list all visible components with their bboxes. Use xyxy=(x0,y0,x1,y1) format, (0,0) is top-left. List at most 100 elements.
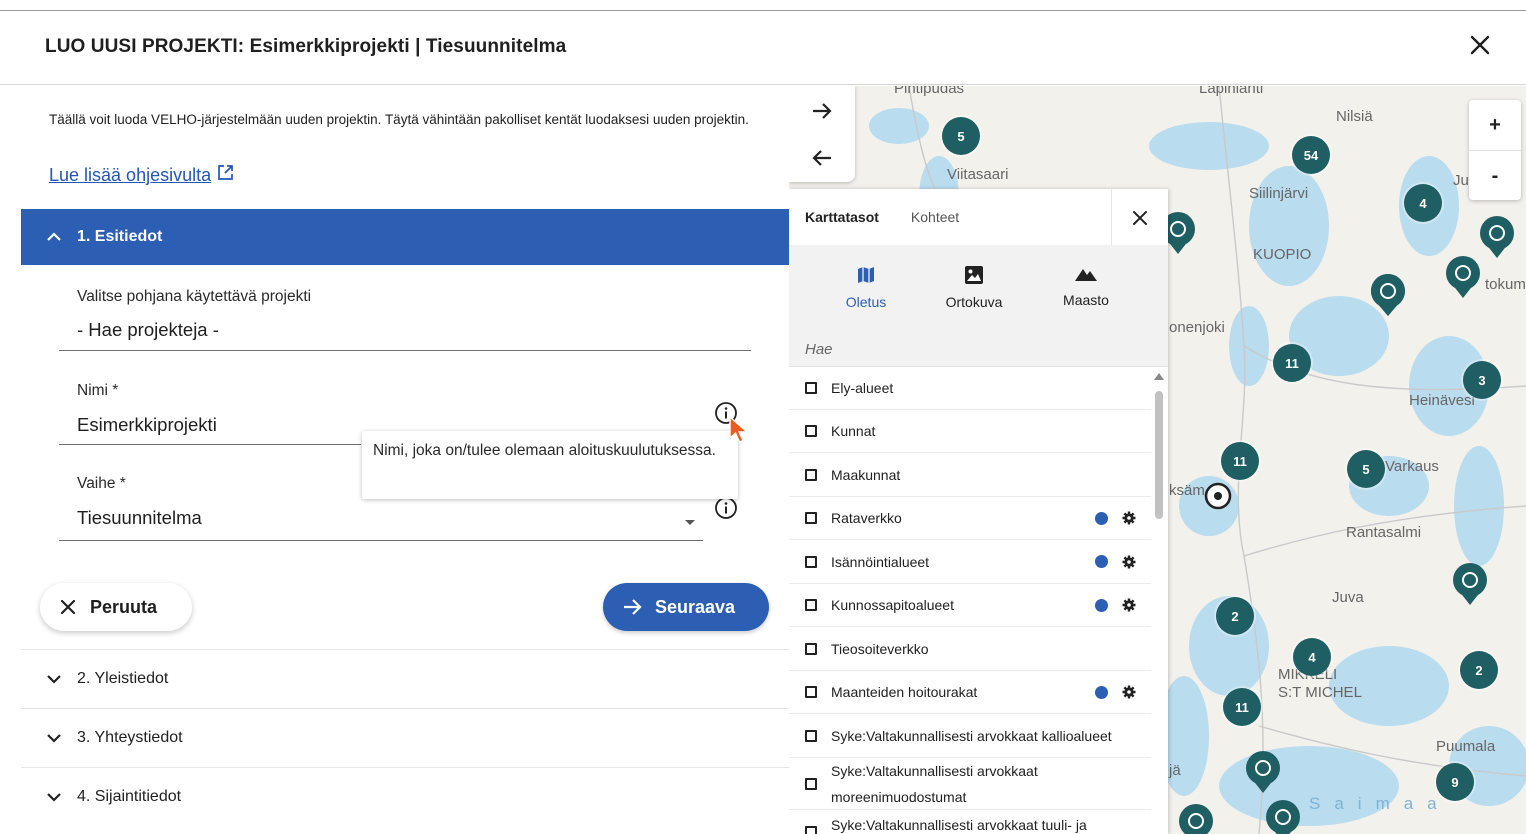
map-cluster-marker[interactable]: 54 xyxy=(1292,136,1330,174)
list-item[interactable]: Kunnossapitoalueet xyxy=(789,584,1151,627)
layer-tabs: Karttatasot Kohteet xyxy=(789,189,1168,245)
list-item[interactable]: Syke:Valtakunnallisesti arvokkaat kallio… xyxy=(789,714,1151,758)
map-place-label: Varkaus xyxy=(1385,458,1439,475)
list-item[interactable]: Syke:Valtakunnallisesti arvokkaat moreen… xyxy=(789,758,1151,810)
next-button[interactable]: Seuraava xyxy=(603,583,769,631)
close-icon[interactable] xyxy=(1129,207,1151,229)
help-link[interactable]: Lue lisää ohjesivulta xyxy=(49,165,234,186)
map-cluster-marker[interactable]: 11 xyxy=(1273,344,1311,382)
map-pin-icon[interactable] xyxy=(1444,254,1482,300)
basemap-oletus[interactable]: Oletus xyxy=(811,245,921,333)
map-cluster-marker[interactable]: 11 xyxy=(1221,442,1259,480)
list-item[interactable]: Isännöintialueet xyxy=(789,540,1151,584)
layer-label: Ely-alueet xyxy=(831,380,894,396)
map-cluster-marker[interactable]: 2 xyxy=(1460,651,1498,689)
scroll-up-arrow-icon[interactable] xyxy=(1154,373,1164,380)
map-view[interactable]: Pihtipudas Lapinlahti Nilsiä Viitasaari … xyxy=(789,86,1526,834)
layer-checkbox[interactable] xyxy=(805,777,817,790)
name-input[interactable]: Esimerkkiprojekti xyxy=(77,414,217,436)
gear-icon[interactable] xyxy=(1122,555,1136,569)
layer-checkbox[interactable] xyxy=(805,686,817,698)
next-button-label: Seuraava xyxy=(655,596,736,617)
cancel-button-label: Peruuta xyxy=(90,596,158,617)
map-icon xyxy=(858,267,874,283)
scrollbar-thumb[interactable] xyxy=(1155,391,1163,519)
mouse-cursor-icon xyxy=(729,415,749,443)
name-label: Nimi * xyxy=(77,382,119,399)
gear-icon[interactable] xyxy=(1122,598,1136,612)
layer-color-dot xyxy=(1095,511,1108,525)
base-project-select[interactable]: - Hae projekteja - xyxy=(77,319,219,341)
map-pin-icon[interactable] xyxy=(1478,214,1516,260)
basemap-ortokuva[interactable]: Ortokuva xyxy=(919,245,1029,333)
layer-color-dot xyxy=(1095,598,1108,612)
list-item[interactable]: Tieosoiteverkko xyxy=(789,627,1151,671)
layer-checkbox[interactable] xyxy=(805,599,817,611)
layer-checkbox[interactable] xyxy=(805,729,817,742)
map-place-label: Nilsiä xyxy=(1336,108,1373,125)
map-place-label: S:T MICHEL xyxy=(1278,684,1362,701)
phase-select[interactable]: Tiesuunnitelma xyxy=(77,507,202,529)
basemap-maasto-label: Maasto xyxy=(1063,292,1109,308)
layer-label: Maakunnat xyxy=(831,466,901,483)
list-item[interactable]: Maanteiden hoitourakat xyxy=(789,671,1151,714)
arrow-right-icon xyxy=(624,599,642,615)
section-yleistiedot-header[interactable]: 2. Yleistiedot xyxy=(21,649,789,708)
map-place-label: KUOPIO xyxy=(1253,246,1312,263)
gear-icon[interactable] xyxy=(1122,511,1136,525)
form-panel: Täällä voit luoda VELHO-järjestelmään uu… xyxy=(5,86,789,834)
map-cluster-marker[interactable]: 2 xyxy=(1216,597,1254,635)
arrow-right-icon[interactable] xyxy=(807,96,837,126)
help-link-label[interactable]: Lue lisää ohjesivulta xyxy=(49,165,211,186)
phase-label: Vaihe * xyxy=(77,475,126,492)
section-yhteystiedot-header[interactable]: 3. Yhteystiedot xyxy=(21,708,789,767)
map-pin-icon[interactable] xyxy=(1264,798,1302,834)
layer-list-scrollbar[interactable] xyxy=(1153,373,1165,833)
layer-checkbox[interactable] xyxy=(805,468,817,481)
basemap-maasto[interactable]: Maasto xyxy=(1031,245,1141,333)
name-underline xyxy=(59,444,361,445)
info-icon[interactable] xyxy=(714,496,738,520)
list-item[interactable]: Ely-alueet xyxy=(789,367,1151,410)
layer-color-dot xyxy=(1095,555,1108,568)
map-pin-icon[interactable] xyxy=(1244,749,1282,795)
map-pin-icon[interactable] xyxy=(1369,272,1407,318)
list-item[interactable]: Maakunnat xyxy=(789,453,1151,497)
layer-checkbox[interactable] xyxy=(805,382,817,394)
dropdown-caret-icon[interactable] xyxy=(685,520,695,525)
list-item[interactable]: Syke:Valtakunnallisesti arvokkaat tuuli-… xyxy=(789,810,1151,834)
layer-search-input[interactable] xyxy=(789,333,1168,367)
list-item[interactable]: Kunnat xyxy=(789,410,1151,453)
tab-kohteet[interactable]: Kohteet xyxy=(911,209,959,225)
section-sijaintitiedot-header[interactable]: 4. Sijaintitiedot xyxy=(21,767,789,826)
layer-checkbox[interactable] xyxy=(805,555,817,568)
gear-icon[interactable] xyxy=(1122,685,1136,699)
zoom-in-button[interactable]: + xyxy=(1469,100,1521,150)
arrow-left-icon[interactable] xyxy=(807,143,837,173)
layer-checkbox[interactable] xyxy=(805,425,817,437)
chevron-down-icon xyxy=(47,675,61,684)
map-cluster-marker[interactable]: 9 xyxy=(1436,763,1474,801)
base-project-underline xyxy=(59,350,751,351)
map-pin-icon[interactable] xyxy=(1451,561,1489,607)
map-cluster-marker[interactable]: 5 xyxy=(942,117,980,155)
location-marker-icon[interactable] xyxy=(1203,481,1233,511)
layer-label: Maanteiden hoitourakat xyxy=(831,684,978,700)
chevron-down-icon xyxy=(47,793,61,802)
tab-karttatasot[interactable]: Karttatasot xyxy=(805,209,879,225)
close-icon xyxy=(60,599,76,615)
map-cluster-marker[interactable]: 4 xyxy=(1293,638,1331,676)
close-icon[interactable] xyxy=(1466,31,1494,59)
layer-checkbox[interactable] xyxy=(805,642,817,655)
map-cluster-marker[interactable]: 11 xyxy=(1223,688,1261,726)
list-item[interactable]: Rataverkko xyxy=(789,497,1151,540)
section-esitiedot-header[interactable]: 1. Esitiedot xyxy=(21,209,789,265)
cancel-button[interactable]: Peruuta xyxy=(40,583,192,631)
map-pin-icon[interactable] xyxy=(1177,802,1215,834)
map-cluster-marker[interactable]: 3 xyxy=(1463,361,1501,399)
map-cluster-marker[interactable]: 5 xyxy=(1347,450,1385,488)
zoom-out-button[interactable]: - xyxy=(1469,151,1521,201)
layer-checkbox[interactable] xyxy=(805,826,817,834)
layer-checkbox[interactable] xyxy=(805,512,817,524)
map-cluster-marker[interactable]: 4 xyxy=(1404,184,1442,222)
